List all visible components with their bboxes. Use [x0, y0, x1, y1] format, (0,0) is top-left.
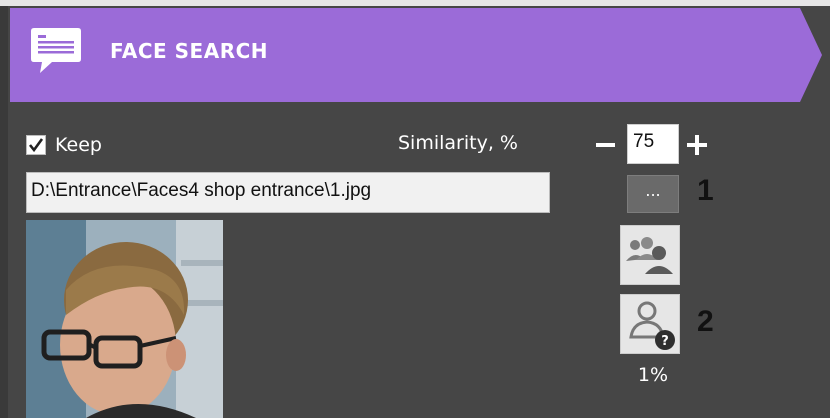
face-search-icon [30, 25, 82, 75]
check-icon [28, 138, 44, 153]
keep-label: Keep [55, 134, 102, 156]
minus-icon[interactable] [596, 143, 615, 147]
svg-text:?: ? [661, 334, 669, 349]
browse-button[interactable]: ... [627, 175, 679, 213]
group-search-button[interactable] [620, 225, 680, 285]
face-photo [26, 220, 223, 418]
panel-title: FACE SEARCH [110, 39, 269, 63]
callout-2: 2 [697, 305, 714, 338]
file-path-field[interactable]: D:\Entrance\Faces4 shop entrance\1.jpg [26, 172, 550, 213]
keep-toggle[interactable]: Keep [26, 133, 102, 157]
group-search-icon [626, 237, 673, 274]
plus-icon[interactable] [687, 135, 707, 155]
keep-checkbox[interactable] [26, 135, 46, 155]
panel-header: FACE SEARCH [10, 8, 822, 102]
unknown-person-button[interactable]: ? [620, 294, 680, 354]
similarity-input[interactable]: 75 [627, 124, 679, 164]
callout-1: 1 [697, 174, 714, 207]
match-percent: 1% [637, 364, 669, 386]
similarity-label: Similarity, % [398, 132, 518, 154]
unknown-person-icon: ? [629, 301, 675, 350]
top-strip [0, 0, 830, 6]
